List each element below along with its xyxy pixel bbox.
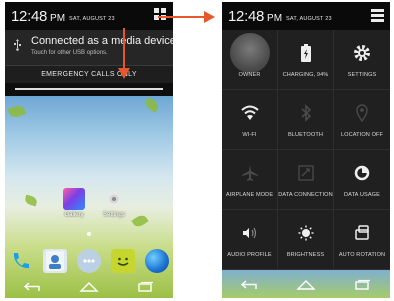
gear-icon bbox=[334, 44, 390, 62]
back-icon[interactable] bbox=[18, 277, 48, 297]
tile-brightness[interactable]: BRIGHTNESS bbox=[278, 210, 334, 270]
leaf-decoration bbox=[143, 97, 161, 113]
tile-owner[interactable]: OWNER bbox=[222, 30, 278, 90]
settings-gear-icon bbox=[103, 188, 125, 210]
screenshot-comparison: 12:48 PM SAT, AUGUST 23 Connected as a m… bbox=[0, 0, 394, 301]
bluetooth-icon bbox=[278, 104, 333, 122]
tile-wifi[interactable]: WI-FI bbox=[222, 90, 278, 150]
tile-airplane[interactable]: AIRPLANE MODE bbox=[222, 150, 278, 210]
leaf-decoration bbox=[7, 103, 27, 120]
tile-label: WI-FI bbox=[242, 132, 257, 138]
status-time: 12:48 bbox=[228, 7, 265, 25]
tile-audio-profile[interactable]: AUDIO PROFILE bbox=[222, 210, 278, 270]
airplane-icon bbox=[222, 164, 277, 182]
leaf-decoration bbox=[24, 194, 38, 207]
browser-icon[interactable] bbox=[145, 249, 169, 273]
apps-drawer-icon[interactable] bbox=[77, 249, 101, 273]
location-icon bbox=[334, 104, 390, 122]
messaging-icon[interactable] bbox=[111, 249, 135, 273]
tile-battery[interactable]: CHARGING, 94% bbox=[278, 30, 334, 90]
tile-label: AUTO ROTATION bbox=[338, 252, 386, 258]
leaf-decoration bbox=[131, 212, 149, 230]
status-bar[interactable]: 12:48 PM SAT, AUGUST 23 bbox=[5, 2, 173, 30]
tile-bluetooth[interactable]: BLUETOOTH bbox=[278, 90, 334, 150]
owner-avatar bbox=[230, 33, 270, 73]
data-usage-icon bbox=[334, 164, 390, 182]
tile-label: OWNER bbox=[238, 72, 261, 78]
emergency-calls-label: EMERGENCY CALLS ONLY bbox=[5, 66, 173, 83]
home-icon[interactable] bbox=[291, 275, 321, 295]
tile-label: BRIGHTNESS bbox=[286, 252, 325, 258]
brightness-icon bbox=[278, 224, 333, 242]
status-date: SAT, AUGUST 23 bbox=[69, 15, 115, 22]
tile-label: CHARGING, 94% bbox=[282, 72, 329, 78]
recents-icon[interactable] bbox=[347, 275, 377, 295]
status-ampm: PM bbox=[267, 12, 283, 24]
tile-auto-rotation[interactable]: AUTO ROTATION bbox=[334, 210, 390, 270]
notifications-list-toggle-icon[interactable] bbox=[371, 8, 384, 23]
nav-bar bbox=[5, 276, 173, 298]
notification-title: Connected as a media device bbox=[31, 35, 173, 47]
page-indicator bbox=[87, 232, 91, 236]
status-bar[interactable]: 12:48 PM SAT, AUGUST 23 bbox=[222, 2, 390, 30]
tile-label: LOCATION OFF bbox=[340, 132, 384, 138]
tile-location[interactable]: LOCATION OFF bbox=[334, 90, 390, 150]
gallery-icon bbox=[63, 188, 85, 210]
back-icon[interactable] bbox=[235, 275, 265, 295]
tile-label: AIRPLANE MODE bbox=[225, 192, 274, 198]
app-label: Settings bbox=[103, 212, 125, 218]
home-wallpaper-strip bbox=[222, 270, 390, 298]
app-label: Gallery bbox=[64, 212, 84, 218]
tile-data-connection[interactable]: DATA CONNECTION bbox=[278, 150, 334, 210]
tile-label: BLUETOOTH bbox=[288, 132, 323, 138]
phone-left-notification-shade: 12:48 PM SAT, AUGUST 23 Connected as a m… bbox=[5, 2, 173, 298]
usb-notification[interactable]: Connected as a media device Touch for ot… bbox=[5, 30, 173, 66]
wifi-icon bbox=[222, 104, 277, 122]
recents-icon[interactable] bbox=[130, 277, 160, 297]
data-connection-icon bbox=[278, 164, 333, 182]
auto-rotate-icon bbox=[334, 224, 390, 242]
phone-right-quick-settings: 12:48 PM SAT, AUGUST 23 OWNER CHARGING, … bbox=[222, 2, 390, 298]
dock bbox=[9, 248, 169, 274]
status-time: 12:48 bbox=[11, 7, 48, 25]
tile-data-usage[interactable]: DATA USAGE bbox=[334, 150, 390, 210]
annotation-arrow-right bbox=[158, 11, 215, 23]
app-gallery[interactable]: Gallery bbox=[61, 188, 87, 218]
home-wallpaper: Gallery Settings bbox=[5, 96, 173, 298]
app-settings[interactable]: Settings bbox=[101, 188, 127, 218]
quick-settings-grid: OWNER CHARGING, 94% SETTINGS WI-FI BLUET… bbox=[222, 30, 390, 270]
shade-drag-handle[interactable] bbox=[5, 83, 173, 96]
battery-icon bbox=[278, 44, 333, 62]
nav-bar bbox=[222, 272, 390, 298]
phone-icon[interactable] bbox=[9, 249, 33, 273]
usb-icon bbox=[13, 39, 22, 54]
audio-profile-icon bbox=[222, 224, 277, 242]
tile-label: DATA CONNECTION bbox=[278, 192, 333, 198]
home-icon[interactable] bbox=[74, 277, 104, 297]
status-ampm: PM bbox=[50, 12, 66, 24]
status-date: SAT, AUGUST 23 bbox=[286, 15, 332, 22]
annotation-arrow-down bbox=[118, 28, 130, 79]
notification-subtitle: Touch for other USB options. bbox=[31, 50, 108, 56]
contacts-icon[interactable] bbox=[43, 249, 67, 273]
tile-label: DATA USAGE bbox=[344, 192, 380, 198]
tile-settings[interactable]: SETTINGS bbox=[334, 30, 390, 90]
tile-label: AUDIO PROFILE bbox=[227, 252, 272, 258]
tile-label: SETTINGS bbox=[347, 72, 377, 78]
